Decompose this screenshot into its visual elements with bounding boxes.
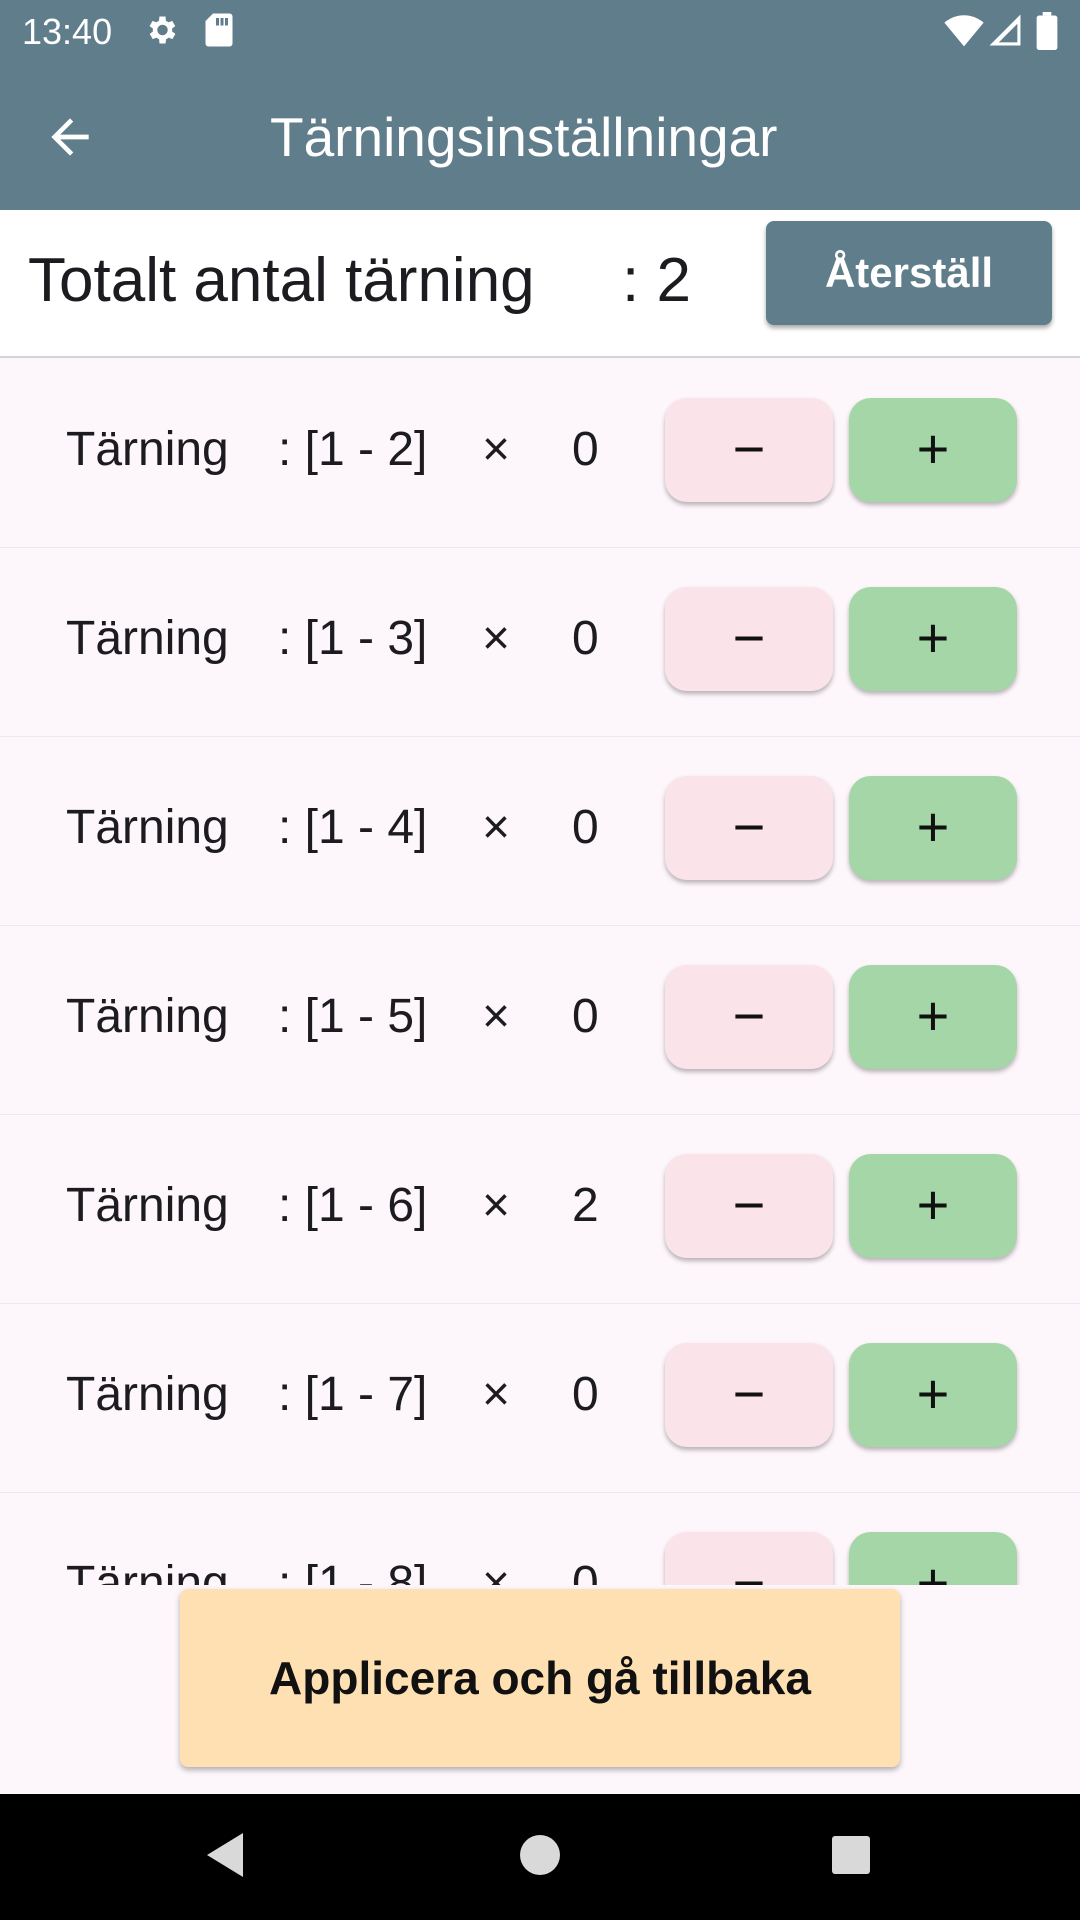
dice-row: Tärning : [1 - 2] × 0 − + [0,358,1080,548]
decrement-button[interactable]: − [665,965,833,1069]
total-dice-header: Totalt antal tärning : 2 Återställ [0,210,1080,358]
signal-icon [988,12,1022,53]
dice-label: Tärning [66,1179,229,1232]
page-title: Tärningsinställningar [270,106,778,168]
total-dice-value: : 2 [622,246,691,315]
increment-button[interactable]: + [849,398,1017,502]
status-time: 13:40 [22,11,113,52]
back-button[interactable] [42,109,102,165]
dice-count: 0 [572,1557,599,1585]
settings-icon [143,12,179,53]
dice-range: : [1 - 8] [278,1557,428,1585]
app-bar: Tärningsinställningar [0,63,1080,210]
dice-row: Tärning : [1 - 5] × 0 − + [0,925,1080,1115]
nav-recents-icon[interactable] [829,1827,873,1888]
total-dice-label: Totalt antal tärning [28,246,535,315]
sd-card-icon [204,12,234,53]
decrement-button[interactable]: − [665,1154,833,1258]
decrement-button[interactable]: − [665,1532,833,1585]
dice-row: Tärning : [1 - 3] × 0 − + [0,547,1080,737]
dice-label: Tärning [66,801,229,854]
dice-row: Tärning : [1 - 8] × 0 − + [0,1492,1080,1585]
dice-label: Tärning [66,423,229,476]
navigation-bar [0,1794,1080,1920]
multiply-icon: × [482,801,511,854]
nav-home-icon[interactable] [518,1827,562,1888]
decrement-button[interactable]: − [665,587,833,691]
reset-button[interactable]: Återställ [766,221,1052,325]
dice-range: : [1 - 6] [278,1179,428,1232]
dice-range: : [1 - 2] [278,423,428,476]
dice-row: Tärning : [1 - 4] × 0 − + [0,736,1080,926]
decrement-button[interactable]: − [665,776,833,880]
dice-row: Tärning : [1 - 6] × 2 − + [0,1114,1080,1304]
dice-list[interactable]: Tärning : [1 - 2] × 0 − + Tärning : [1 -… [0,358,1080,1585]
multiply-icon: × [482,1179,511,1232]
apply-and-back-button[interactable]: Applicera och gå tillbaka [180,1589,900,1767]
dice-row: Tärning : [1 - 7] × 0 − + [0,1303,1080,1493]
multiply-icon: × [482,612,511,665]
dice-label: Tärning [66,1557,229,1585]
dice-count: 0 [572,612,599,665]
dice-label: Tärning [66,612,229,665]
increment-button[interactable]: + [849,1343,1017,1447]
multiply-icon: × [482,423,511,476]
increment-button[interactable]: + [849,1532,1017,1585]
dice-label: Tärning [66,1368,229,1421]
decrement-button[interactable]: − [665,1343,833,1447]
increment-button[interactable]: + [849,587,1017,691]
increment-button[interactable]: + [849,776,1017,880]
multiply-icon: × [482,1368,511,1421]
increment-button[interactable]: + [849,965,1017,1069]
multiply-icon: × [482,990,511,1043]
increment-button[interactable]: + [849,1154,1017,1258]
dice-count: 0 [572,1368,599,1421]
dice-range: : [1 - 4] [278,801,428,854]
dice-count: 0 [572,423,599,476]
dice-range: : [1 - 7] [278,1368,428,1421]
dice-label: Tärning [66,990,229,1043]
decrement-button[interactable]: − [665,398,833,502]
dice-count: 0 [572,801,599,854]
multiply-icon: × [482,1557,511,1585]
arrow-back-icon [51,118,89,156]
dice-range: : [1 - 3] [278,612,428,665]
dice-count: 0 [572,990,599,1043]
dice-range: : [1 - 5] [278,990,428,1043]
nav-back-icon[interactable] [203,1827,247,1888]
status-bar: 13:40 [0,0,1080,63]
battery-icon [1036,12,1058,55]
wifi-icon [944,12,984,53]
dice-count: 2 [572,1179,599,1232]
